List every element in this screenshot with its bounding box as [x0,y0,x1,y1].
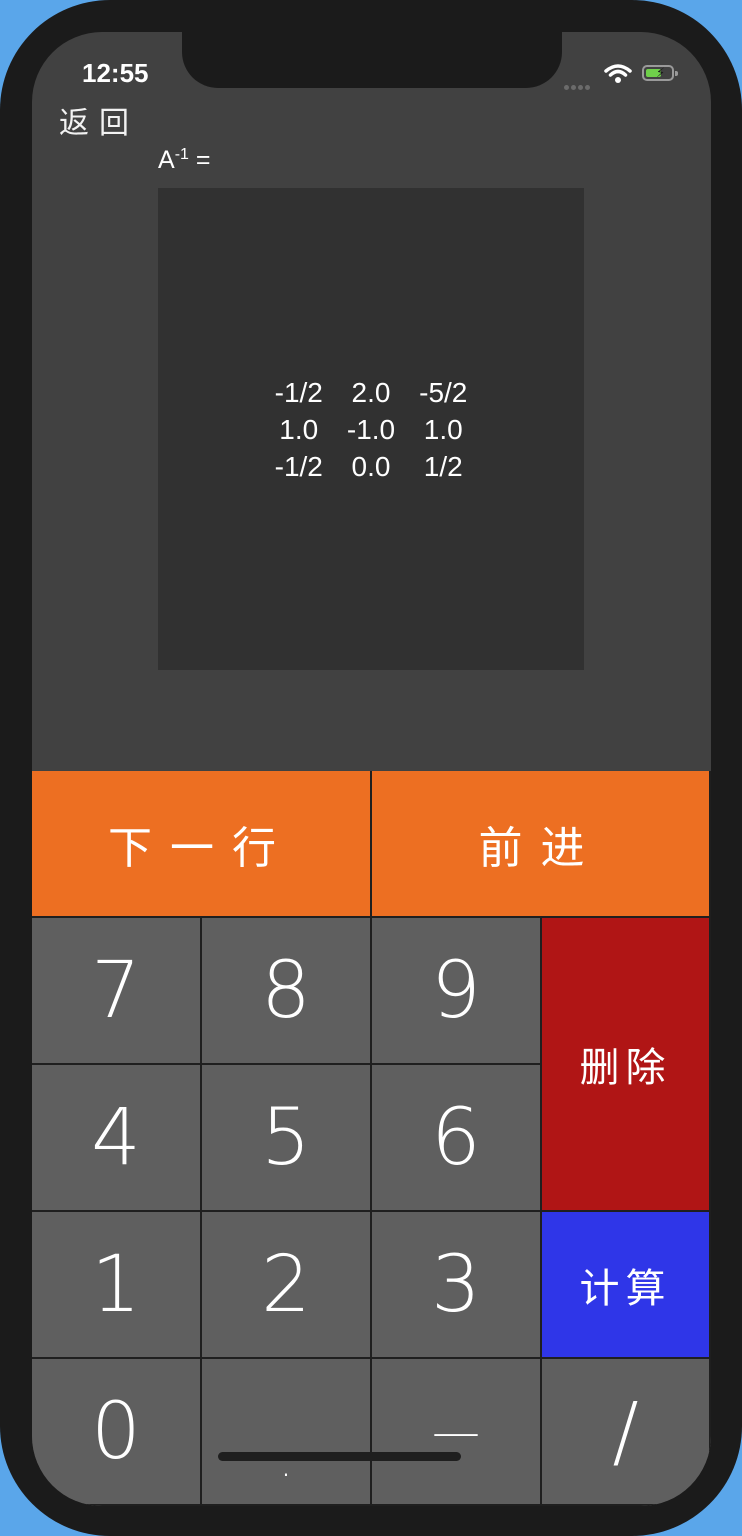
wifi-icon [604,63,632,89]
app-screen: 12:55 ⚡ 返回 A-1 = -1/2 2.0 -5/2 1.0 -1.0 … [32,32,711,1506]
matrix-table: -1/2 2.0 -5/2 1.0 -1.0 1.0 -1/2 0.0 1/2 [263,374,480,485]
signal-icon [564,75,592,94]
key-4[interactable]: 4 [32,1065,202,1212]
key-fraction-slash[interactable]: / [542,1359,711,1506]
matrix-label-base: A [158,146,175,174]
key-9[interactable]: 9 [372,918,542,1065]
matrix-cell: -1/2 [274,376,323,408]
matrix-cell: 1.0 [423,413,463,445]
key-8[interactable]: 8 [202,918,372,1065]
key-7[interactable]: 7 [32,918,202,1065]
key-5[interactable]: 5 [202,1065,372,1212]
matrix-result-panel: -1/2 2.0 -5/2 1.0 -1.0 1.0 -1/2 0.0 1/2 [158,188,584,670]
matrix-cell: 1.0 [279,413,319,445]
matrix-cell: 2.0 [351,376,391,408]
key-minus[interactable]: — [372,1359,542,1506]
matrix-row: -1/2 0.0 1/2 [263,448,480,485]
delete-button[interactable]: 删除 [542,918,711,1212]
matrix-label: A-1 = [158,146,210,175]
matrix-label-suffix: = [188,146,211,174]
matrix-cell: 0.0 [351,450,391,482]
forward-button[interactable]: 前进 [372,771,711,918]
battery-charging-icon: ⚡ [642,65,678,81]
back-button[interactable]: 返回 [59,98,139,142]
phone-frame: 12:55 ⚡ 返回 A-1 = -1/2 2.0 -5/2 1.0 -1.0 … [0,0,742,1536]
matrix-cell: -5/2 [419,376,468,408]
matrix-cell: 1/2 [423,450,463,482]
home-indicator[interactable] [218,1452,461,1461]
calculate-button[interactable]: 计算 [542,1212,711,1359]
key-0[interactable]: 0 [32,1359,202,1506]
notch [182,32,562,88]
key-2[interactable]: 2 [202,1212,372,1359]
key-decimal-point[interactable]: . [202,1359,372,1506]
matrix-cell: -1.0 [346,413,396,445]
key-6[interactable]: 6 [372,1065,542,1212]
key-3[interactable]: 3 [372,1212,542,1359]
status-time: 12:55 [82,58,149,88]
keypad: 下一行 前进 7 8 9 删除 4 5 6 1 2 3 计算 0 . — / [32,771,711,1506]
matrix-row: -1/2 2.0 -5/2 [263,374,480,411]
next-row-button[interactable]: 下一行 [32,771,372,918]
matrix-row: 1.0 -1.0 1.0 [263,411,480,448]
matrix-label-exponent: -1 [174,146,189,163]
key-1[interactable]: 1 [32,1212,202,1359]
matrix-cell: -1/2 [274,450,323,482]
